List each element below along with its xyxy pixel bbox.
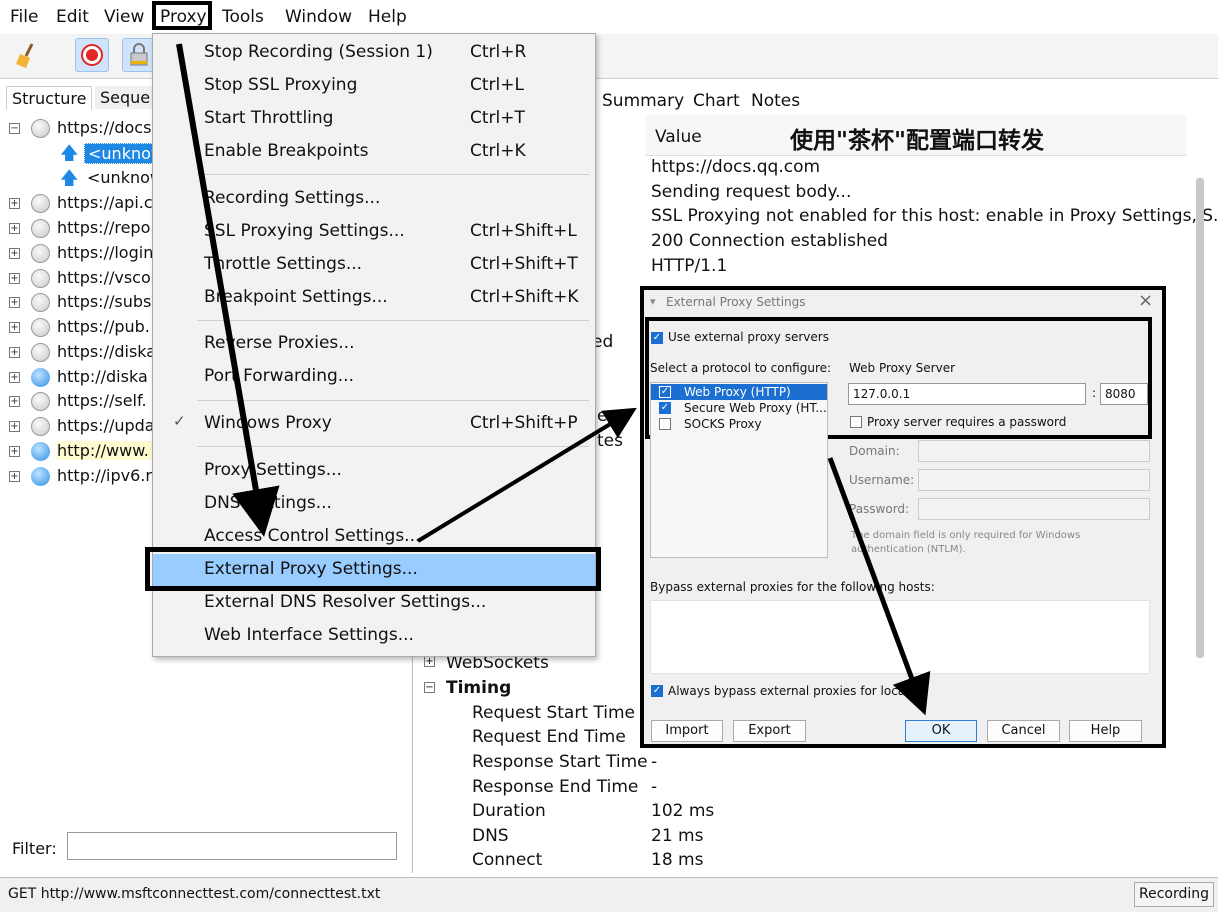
arrow-dialog-to-ok: [827, 457, 931, 716]
annotation-arrows: [176, 43, 931, 716]
arrow-menu-item-to-dialog: [416, 407, 637, 543]
arrow-proxy-to-menu-item: [176, 43, 280, 537]
